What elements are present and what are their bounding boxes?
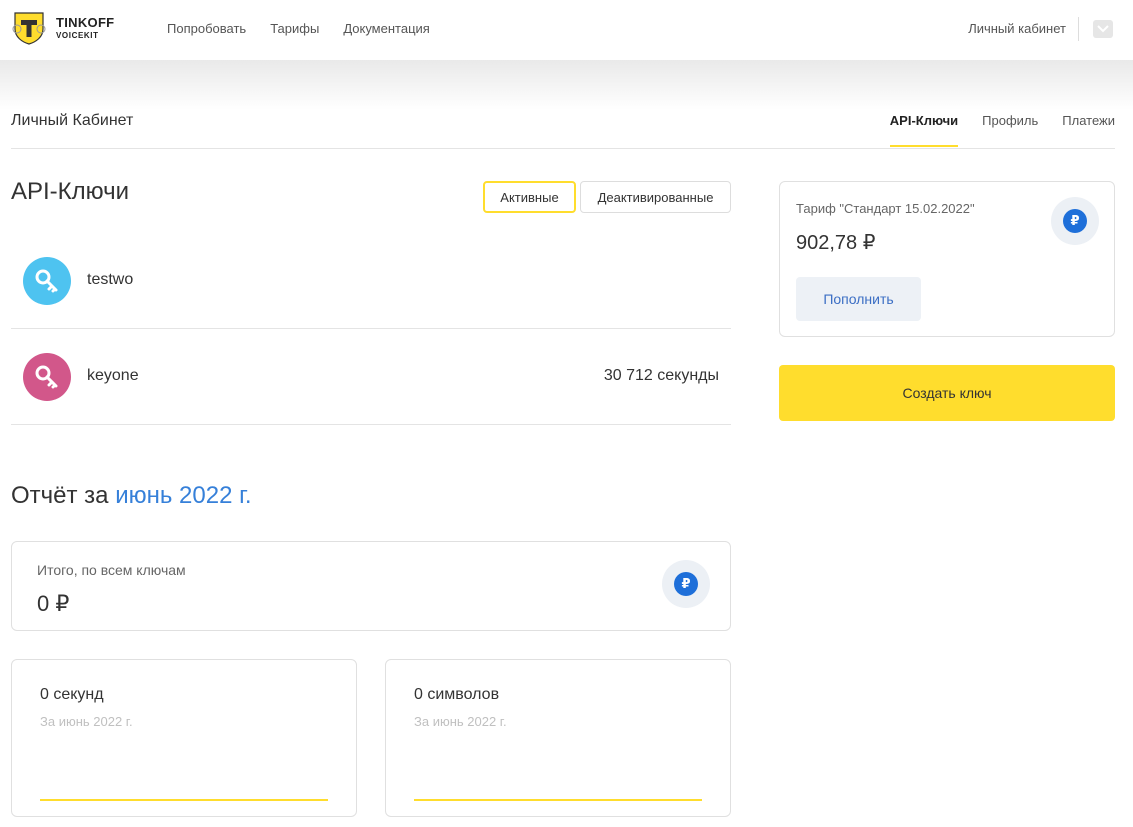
key-row[interactable]: keyone 30 712 секунды <box>11 329 731 425</box>
account-dropdown-toggle[interactable] <box>1093 20 1113 38</box>
seconds-stat-value: 0 секунд <box>40 686 104 703</box>
ruble-badge: ₽ <box>1051 197 1099 245</box>
key-icon <box>35 269 58 293</box>
header-shadow <box>0 60 1133 110</box>
report-total-card: Итого, по всем ключам 0 ₽ ₽ <box>11 541 731 631</box>
key-usage: 30 712 секунды <box>603 367 719 384</box>
symbols-stat-card: 0 символов За июнь 2022 г. <box>385 659 731 817</box>
tab-payments[interactable]: Платежи <box>1062 113 1115 147</box>
tariff-name: Тариф "Стандарт 15.02.2022" <box>796 201 975 216</box>
total-label: Итого, по всем ключам <box>37 562 186 578</box>
api-keys-heading: API-Ключи <box>11 178 130 205</box>
brand-subtitle: VOICEKIT <box>56 31 99 40</box>
page-title: Личный Кабинет <box>11 112 134 129</box>
create-key-button[interactable]: Создать ключ <box>779 365 1115 421</box>
nav-link-docs[interactable]: Документация <box>343 21 430 36</box>
top-navigation: Попробовать Тарифы Документация <box>167 21 430 36</box>
stat-baseline <box>40 799 328 801</box>
symbols-stat-value: 0 символов <box>414 686 500 703</box>
nav-link-try[interactable]: Попробовать <box>167 21 246 36</box>
symbols-stat-period: За июнь 2022 г. <box>414 714 507 729</box>
tinkoff-voicekit-logo[interactable]: TINKOFF VOICEKIT <box>11 11 114 45</box>
key-row[interactable]: testwo <box>11 233 731 329</box>
tariff-card: Тариф "Стандарт 15.02.2022" 902,78 ₽ ₽ П… <box>779 181 1115 337</box>
filter-deactivated-button[interactable]: Деактивированные <box>580 181 731 213</box>
report-title-prefix: Отчёт за <box>11 482 109 509</box>
report-heading: Отчёт за июнь 2022 г. <box>11 482 252 510</box>
tinkoff-emblem-icon <box>12 12 46 45</box>
account-link[interactable]: Личный кабинет <box>968 21 1066 36</box>
key-name: testwo <box>87 271 134 288</box>
ruble-badge: ₽ <box>662 560 710 608</box>
tariff-balance: 902,78 ₽ <box>796 232 876 254</box>
top-up-button[interactable]: Пополнить <box>796 277 921 321</box>
key-name: keyone <box>87 367 139 384</box>
brand-title: TINKOFF <box>56 15 115 30</box>
key-avatar <box>23 257 71 305</box>
divider <box>1078 17 1079 41</box>
total-value: 0 ₽ <box>37 591 70 616</box>
nav-link-pricing[interactable]: Тарифы <box>270 21 319 36</box>
account-tabs: API-Ключи Профиль Платежи <box>889 113 1115 147</box>
ruble-icon: ₽ <box>1063 209 1087 233</box>
chevron-down-icon <box>1097 25 1109 33</box>
ruble-icon: ₽ <box>674 572 698 596</box>
top-bar: TINKOFF VOICEKIT Попробовать Тарифы Доку… <box>0 0 1133 60</box>
tab-profile[interactable]: Профиль <box>982 113 1038 147</box>
report-month-selector[interactable]: июнь 2022 г. <box>115 482 251 509</box>
tab-api-keys[interactable]: API-Ключи <box>889 113 959 147</box>
divider <box>11 148 1115 149</box>
seconds-stat-card: 0 секунд За июнь 2022 г. <box>11 659 357 817</box>
key-avatar <box>23 353 71 401</box>
stat-baseline <box>414 799 702 801</box>
key-icon <box>35 365 58 389</box>
filter-active-button[interactable]: Активные <box>483 181 576 213</box>
seconds-stat-period: За июнь 2022 г. <box>40 714 133 729</box>
